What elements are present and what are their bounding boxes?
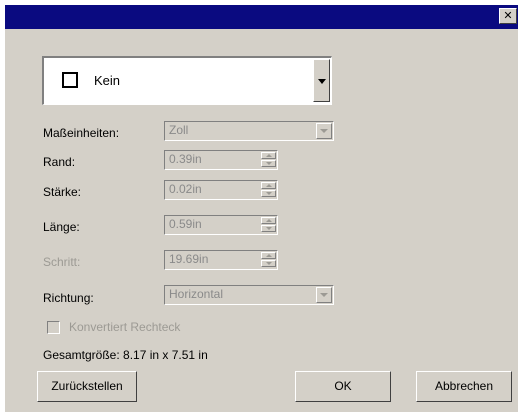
total-size-text: Gesamtgröße: 8.17 in x 7.51 in: [43, 348, 208, 362]
step-label: Schritt:: [43, 255, 81, 269]
length-value: 0.59in: [169, 217, 202, 231]
margin-spin-down[interactable]: [261, 160, 276, 167]
length-spin-down[interactable]: [261, 225, 276, 232]
thickness-input[interactable]: 0.02in: [164, 180, 278, 200]
border-swatch-icon: [62, 72, 78, 88]
length-spin-up[interactable]: [261, 217, 276, 224]
step-input[interactable]: 19.69in: [164, 250, 278, 270]
reset-button[interactable]: Zurückstellen: [37, 371, 137, 402]
margin-label: Rand:: [43, 155, 76, 169]
cancel-button[interactable]: Abbrechen: [416, 371, 512, 402]
length-label: Länge:: [43, 220, 80, 234]
thickness-spin-down[interactable]: [261, 190, 276, 197]
close-button[interactable]: ✕: [499, 8, 517, 24]
thickness-spin-up[interactable]: [261, 182, 276, 189]
arrow-up-icon: [266, 184, 272, 187]
ok-button[interactable]: OK: [295, 371, 391, 402]
margin-input[interactable]: 0.39in: [164, 150, 278, 170]
arrow-down-icon: [266, 262, 272, 265]
border-style-dropdown-button[interactable]: [313, 59, 330, 102]
arrow-down-icon: [266, 162, 272, 165]
arrow-down-icon: [266, 227, 272, 230]
title-bar: ✕: [5, 5, 518, 29]
direction-select[interactable]: Horizontal: [164, 285, 334, 305]
convert-rectangle-checkbox[interactable]: [47, 321, 60, 334]
length-spinner[interactable]: [261, 217, 276, 233]
convert-rectangle-label: Konvertiert Rechteck: [69, 320, 181, 334]
margin-value: 0.39in: [169, 152, 202, 166]
units-label: Maßeinheiten:: [43, 126, 120, 140]
arrow-up-icon: [266, 219, 272, 222]
step-spin-up[interactable]: [261, 252, 276, 259]
chevron-down-icon: [320, 293, 328, 297]
thickness-label: Stärke:: [43, 185, 82, 199]
margin-spin-up[interactable]: [261, 152, 276, 159]
close-icon: ✕: [503, 9, 513, 22]
thickness-spinner[interactable]: [261, 182, 276, 198]
border-style-value: Kein: [94, 73, 121, 88]
arrow-up-icon: [266, 254, 272, 257]
chevron-down-icon: [320, 129, 328, 133]
length-input[interactable]: 0.59in: [164, 215, 278, 235]
direction-value: Horizontal: [169, 287, 224, 301]
arrow-up-icon: [266, 154, 272, 157]
units-select[interactable]: Zoll: [164, 121, 334, 141]
direction-dropdown-button[interactable]: [316, 287, 332, 303]
thickness-value: 0.02in: [169, 182, 202, 196]
units-dropdown-button[interactable]: [316, 123, 332, 139]
border-dialog: ✕ Kein Maßeinheiten: Zoll Rand: 0.39in S…: [4, 4, 518, 412]
chevron-down-icon: [317, 78, 326, 84]
arrow-down-icon: [266, 192, 272, 195]
step-value: 19.69in: [169, 252, 209, 266]
direction-label: Richtung:: [43, 291, 94, 305]
units-value: Zoll: [169, 123, 189, 137]
border-style-combo[interactable]: Kein: [42, 56, 332, 105]
step-spin-down[interactable]: [261, 260, 276, 267]
step-spinner[interactable]: [261, 252, 276, 268]
margin-spinner[interactable]: [261, 152, 276, 168]
